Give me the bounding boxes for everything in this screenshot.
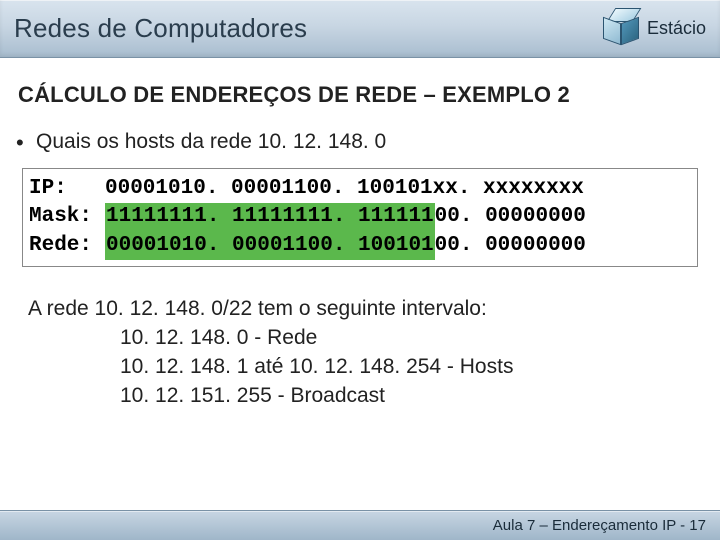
brand-logo: Estácio	[601, 8, 706, 48]
header-bar: Redes de Computadores Estácio	[0, 0, 720, 58]
result-line-3: 10. 12. 148. 1 até 10. 12. 148. 254 - Ho…	[28, 353, 702, 382]
rede-suffix: 00. 00000000	[435, 234, 586, 257]
rede-label: Rede:	[29, 232, 105, 260]
mask-label: Mask:	[29, 203, 105, 231]
mask-suffix: 00. 00000000	[435, 205, 586, 228]
ip-value: 00001010. 00001100. 100101xx. xxxxxxxx	[105, 175, 584, 203]
mask-value: 11111111. 11111111. 11111100. 00000000	[105, 203, 586, 231]
result-paragraph: A rede 10. 12. 148. 0/22 tem o seguinte …	[18, 295, 702, 411]
footer-text: Aula 7 – Endereçamento IP - 17	[493, 517, 706, 534]
mask-highlight: 11111111. 11111111. 111111	[105, 203, 435, 231]
bullet-question: Quais os hosts da rede 10. 12. 148. 0	[18, 130, 702, 154]
cube-icon	[601, 8, 641, 48]
ip-label: IP:	[29, 175, 105, 203]
ip-row: IP: 00001010. 00001100. 100101xx. xxxxxx…	[29, 175, 691, 203]
calculation-box: IP: 00001010. 00001100. 100101xx. xxxxxx…	[22, 168, 698, 267]
slide-content: CÁLCULO DE ENDEREÇOS DE REDE – EXEMPLO 2…	[0, 58, 720, 411]
footer-bar: Aula 7 – Endereçamento IP - 17	[0, 510, 720, 540]
rede-row: Rede: 00001010. 00001100. 10010100. 0000…	[29, 232, 691, 260]
section-title: CÁLCULO DE ENDEREÇOS DE REDE – EXEMPLO 2	[18, 82, 702, 108]
brand-name: Estácio	[647, 18, 706, 39]
rede-highlight: 00001010. 00001100. 100101	[105, 232, 435, 260]
result-line-4: 10. 12. 151. 255 - Broadcast	[28, 382, 702, 411]
result-line-2: 10. 12. 148. 0 - Rede	[28, 324, 702, 353]
header-title: Redes de Computadores	[14, 13, 307, 44]
rede-value: 00001010. 00001100. 10010100. 00000000	[105, 232, 586, 260]
result-line-1: A rede 10. 12. 148. 0/22 tem o seguinte …	[28, 295, 702, 324]
mask-row: Mask: 11111111. 11111111. 11111100. 0000…	[29, 203, 691, 231]
